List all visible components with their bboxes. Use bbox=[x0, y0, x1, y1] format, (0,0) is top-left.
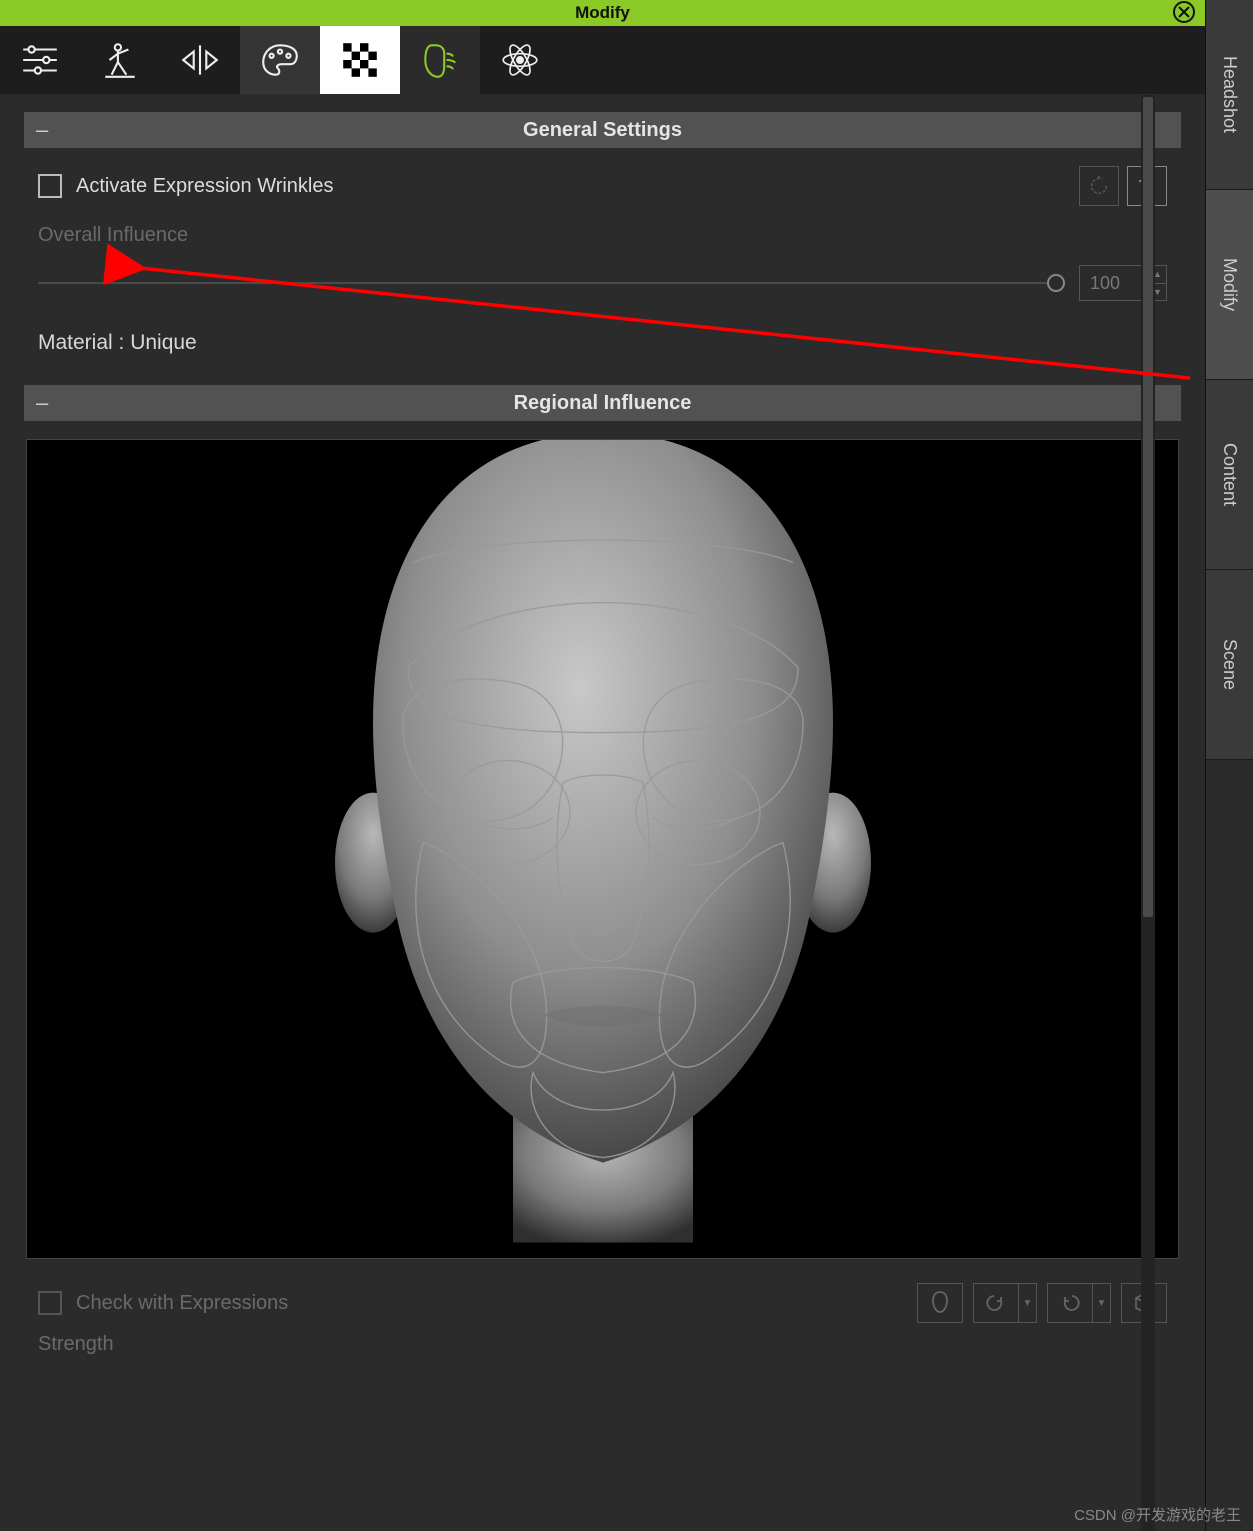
dropdown-arrow-icon[interactable]: ▼ bbox=[1018, 1284, 1036, 1322]
tool-physics[interactable] bbox=[480, 26, 560, 94]
tool-sliders[interactable] bbox=[0, 26, 80, 94]
tool-palette[interactable] bbox=[240, 26, 320, 94]
section-title: General Settings bbox=[523, 119, 682, 142]
tab-headshot[interactable]: Headshot bbox=[1206, 0, 1253, 190]
face-viewport[interactable] bbox=[26, 439, 1179, 1259]
check-expressions-checkbox[interactable] bbox=[38, 1291, 62, 1315]
tab-modify[interactable]: Modify bbox=[1206, 190, 1253, 380]
check-expressions-row: Check with Expressions ▼ bbox=[38, 1283, 1167, 1323]
tool-pose[interactable] bbox=[80, 26, 160, 94]
overall-influence-slider[interactable] bbox=[38, 282, 1065, 284]
right-tab-strip: Headshot Modify Content Scene bbox=[1205, 0, 1253, 1531]
reset-button[interactable] bbox=[1079, 166, 1119, 206]
cycle-prev-button[interactable]: ▼ bbox=[973, 1283, 1037, 1323]
toolbar bbox=[0, 26, 1205, 94]
collapse-icon[interactable]: – bbox=[36, 117, 48, 143]
tab-content[interactable]: Content bbox=[1206, 380, 1253, 570]
overall-influence-label: Overall Influence bbox=[38, 224, 1167, 247]
section-general-settings[interactable]: – General Settings bbox=[24, 112, 1181, 148]
scrollbar-thumb[interactable] bbox=[1143, 97, 1153, 917]
content-panel: – General Settings Activate Expression W… bbox=[0, 94, 1205, 1531]
face-silhouette-button[interactable] bbox=[917, 1283, 963, 1323]
check-expressions-label: Check with Expressions bbox=[76, 1292, 288, 1315]
watermark: CSDN @开发游戏的老王 bbox=[1074, 1504, 1241, 1525]
activate-wrinkles-label: Activate Expression Wrinkles bbox=[76, 175, 334, 198]
overall-influence-slider-row: 100 ▲▼ bbox=[38, 265, 1167, 301]
cycle-next-button[interactable]: ▼ bbox=[1047, 1283, 1111, 1323]
section-regional-influence[interactable]: – Regional Influence bbox=[24, 385, 1181, 421]
activate-wrinkles-row: Activate Expression Wrinkles bbox=[38, 166, 1167, 206]
tool-checker[interactable] bbox=[320, 26, 400, 94]
slider-thumb[interactable] bbox=[1047, 274, 1065, 292]
activate-wrinkles-checkbox[interactable] bbox=[38, 174, 62, 198]
section-title: Regional Influence bbox=[514, 392, 692, 415]
close-button[interactable] bbox=[1173, 1, 1195, 23]
tool-face-wrinkles[interactable] bbox=[400, 26, 480, 94]
tool-mirror[interactable] bbox=[160, 26, 240, 94]
dropdown-arrow-icon[interactable]: ▼ bbox=[1092, 1284, 1110, 1322]
overall-influence-value: 100 bbox=[1090, 273, 1120, 294]
material-label: Material : Unique bbox=[38, 331, 1167, 355]
titlebar: Modify bbox=[0, 0, 1205, 26]
collapse-icon[interactable]: – bbox=[36, 390, 48, 416]
window-title: Modify bbox=[575, 3, 630, 23]
scrollbar[interactable] bbox=[1141, 95, 1155, 1531]
strength-label: Strength bbox=[38, 1333, 1167, 1356]
tab-scene[interactable]: Scene bbox=[1206, 570, 1253, 760]
